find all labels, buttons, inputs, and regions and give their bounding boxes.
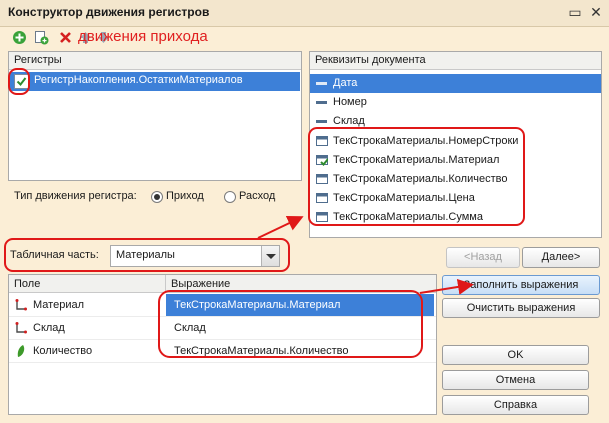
- annotation-arrow: [257, 215, 304, 239]
- annotation-arrows: [257, 215, 474, 295]
- annotation-arrow: [419, 278, 474, 295]
